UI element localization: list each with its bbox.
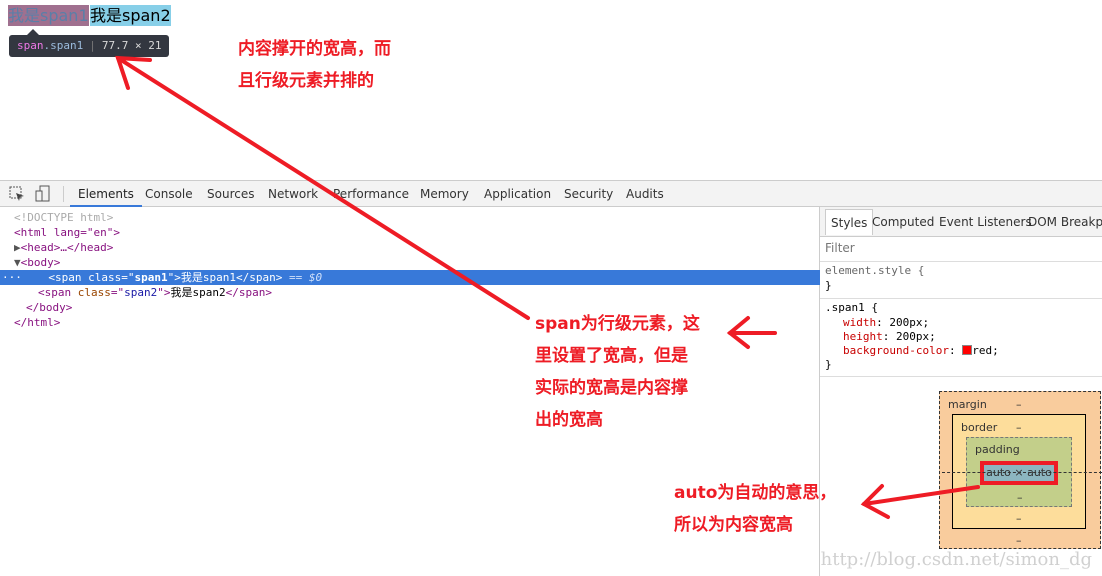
dom-head[interactable]: ▶<head>…</head> (0, 240, 820, 255)
margin-top: – (1016, 398, 1022, 411)
tab-elements[interactable]: Elements (70, 181, 142, 207)
prop-value[interactable]: 200px; (896, 330, 936, 343)
padding-label: padding (975, 443, 1020, 456)
padding-bottom: – (1017, 491, 1023, 504)
margin-label: margin (948, 398, 987, 411)
selected-marker: == $0 (288, 271, 323, 284)
prop-background-color: background-color: red; (843, 344, 999, 357)
prop-value[interactable]: 200px; (889, 316, 929, 329)
span1-selector[interactable]: .span1 { (825, 301, 878, 314)
border-label: border (961, 421, 998, 434)
element-style-rule[interactable]: element.style { (825, 264, 924, 277)
tooltip-tag: span (17, 39, 44, 52)
annotation-line: auto为自动的意思， (674, 483, 837, 503)
head-node: <head>…</head> (20, 241, 114, 254)
dom-span2[interactable]: <span class="span2">我是span2</span> (0, 285, 820, 300)
dom-html[interactable]: <html lang="en"> (0, 225, 820, 240)
filter-input[interactable]: Filter (825, 241, 855, 255)
dom-doctype[interactable]: <!DOCTYPE html> (0, 210, 820, 225)
span2-text: 我是span2 (170, 286, 226, 299)
span2-element: 我是span2 (90, 5, 171, 26)
styles-pane: Styles Computed Event Listeners DOM Brea… (820, 207, 1102, 576)
prop-name[interactable]: height (843, 330, 883, 343)
border-top: – (1016, 421, 1022, 434)
annotation-line: 所以为内容宽高 (674, 515, 793, 535)
border-bottom: – (1016, 512, 1022, 525)
margin-bottom: – (1016, 534, 1022, 547)
tab-dom-breakpoints[interactable]: DOM Breakpo (1028, 209, 1102, 235)
tab-performance[interactable]: Performance (333, 181, 409, 207)
tab-audits[interactable]: Audits (626, 181, 664, 207)
tab-memory[interactable]: Memory (420, 181, 469, 207)
annotation-line: 出的宽高 (535, 410, 603, 430)
tooltip-class: .span1 (43, 39, 84, 52)
rule-close: } (825, 279, 832, 292)
prop-name[interactable]: width (843, 316, 876, 329)
tooltip-size: 77.7 × 21 (101, 39, 162, 52)
annotation-line: span为行级元素，这 (535, 314, 700, 334)
span1-class: span1 (134, 271, 168, 284)
prop-height: height: 200px; (843, 330, 936, 343)
annotation-line: 里设置了宽高，但是 (535, 346, 688, 366)
tab-styles[interactable]: Styles (825, 209, 874, 235)
dom-body[interactable]: ▼<body> (0, 255, 820, 270)
annotation-1: 内容撑开的宽高，而 且行级元素并排的 (238, 33, 391, 97)
annotation-line: 实际的宽高是内容撑 (535, 378, 688, 398)
inspect-tooltip: span.span1 | 77.7 × 21 (9, 29, 170, 57)
prop-name[interactable]: background-color (843, 344, 949, 357)
tab-sources[interactable]: Sources (207, 181, 254, 207)
tab-security[interactable]: Security (564, 181, 613, 207)
box-model-content[interactable]: auto × auto (980, 461, 1058, 485)
prop-width: width: 200px; (843, 316, 930, 329)
dom-span1-selected[interactable]: ··· <span class="span1">我是span1</span> =… (0, 270, 820, 285)
tab-application[interactable]: Application (484, 181, 551, 207)
span1-text: 我是span1 (180, 271, 236, 284)
span1-element: 我是span1 (8, 5, 89, 26)
tab-network[interactable]: Network (268, 181, 318, 207)
tab-console[interactable]: Console (145, 181, 193, 207)
span2-class: span2 (124, 286, 158, 299)
tab-computed[interactable]: Computed (872, 209, 934, 235)
devtools-toolbar: Elements Console Sources Network Perform… (0, 180, 1102, 207)
inspect-element-icon[interactable] (9, 186, 25, 202)
annotation-line: 且行级元素并排的 (238, 71, 374, 91)
box-model-margin[interactable]: margin – – border – – padding – auto × a… (939, 391, 1101, 549)
arrow-1-head-icon (115, 55, 152, 90)
annotation-3: auto为自动的意思， 所以为内容宽高 (674, 477, 836, 541)
annotation-2: span为行级元素，这 里设置了宽高，但是 实际的宽高是内容撑 出的宽高 (535, 308, 700, 436)
device-toolbar-icon[interactable] (35, 185, 51, 203)
body-node: <body> (20, 256, 61, 269)
annotation-line: 内容撑开的宽高，而 (238, 39, 391, 59)
rule-close: } (825, 358, 832, 371)
watermark: http://blog.csdn.net/simon_dg (820, 549, 1092, 570)
tab-event-listeners[interactable]: Event Listeners (939, 209, 1032, 235)
color-swatch[interactable] (962, 345, 973, 355)
prop-value[interactable]: red; (972, 344, 999, 357)
